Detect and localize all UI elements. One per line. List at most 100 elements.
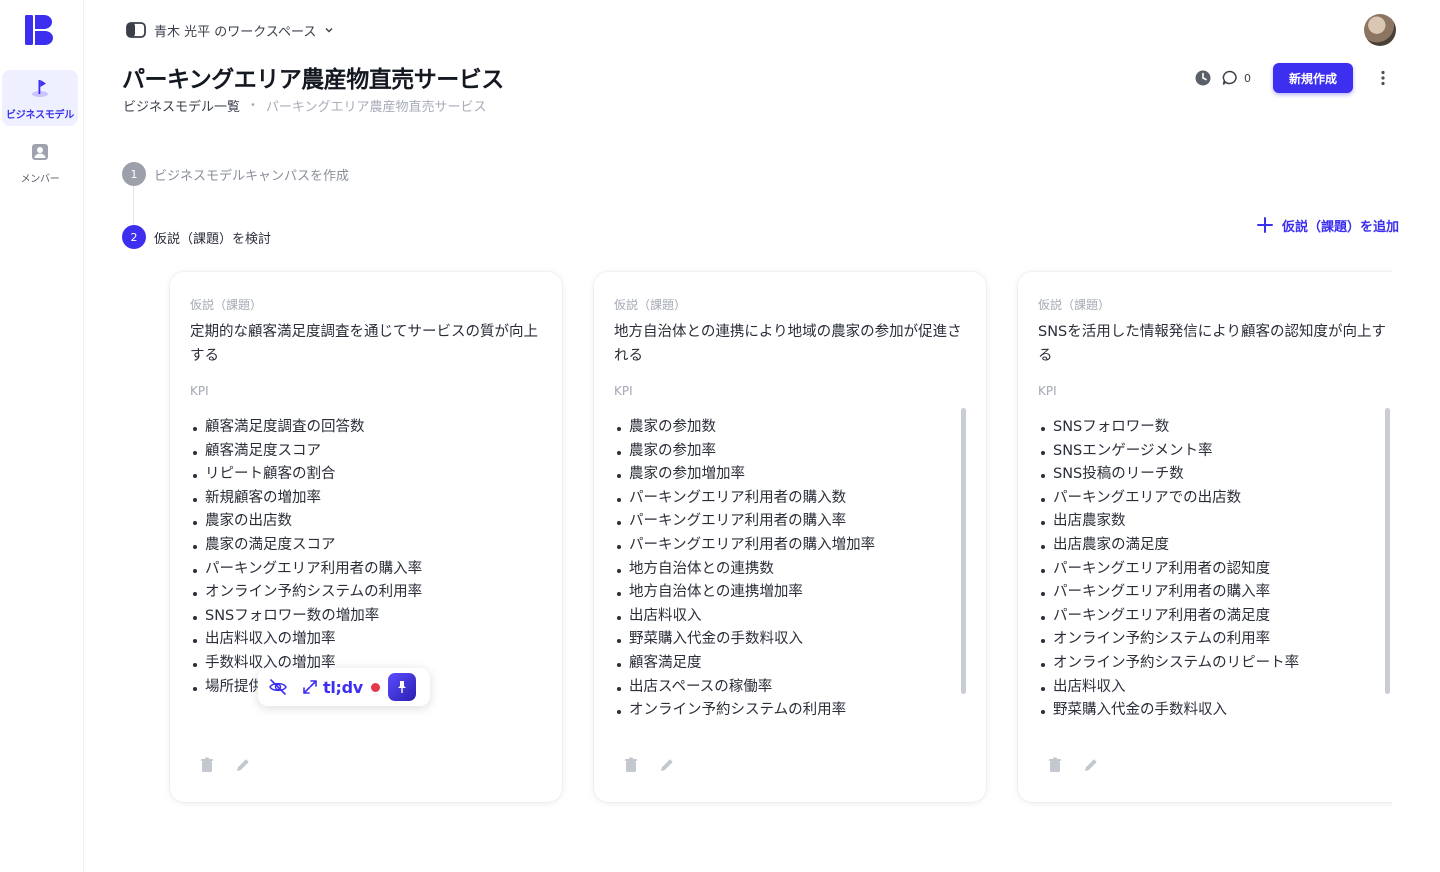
- kpi-item: パーキングエリア利用者の満足度: [1038, 605, 1390, 629]
- kpi-scroll-area[interactable]: SNSフォロワー数 SNSエンゲージメント率 SNS投稿のリーチ数 パーキングエ…: [1038, 416, 1390, 728]
- kpi-item: 出店農家数: [1038, 510, 1390, 534]
- record-indicator: [370, 682, 380, 692]
- sidebar: ビジネスモデル メンバー: [0, 0, 84, 872]
- sidebar-item-business-model[interactable]: ビジネスモデル: [2, 70, 78, 126]
- workspace-switcher[interactable]: 青木 光平 のワークスペース: [126, 20, 334, 40]
- add-hypothesis-button[interactable]: 仮説（課題）を追加: [1256, 214, 1399, 236]
- kpi-item: 出店農家の満足度: [1038, 534, 1390, 558]
- kpi-item: パーキングエリア利用者の購入率: [614, 510, 966, 534]
- hypothesis-card: 仮説（課題） 地方自治体との連携により地域の農家の参加が促進される KPI 農家…: [594, 272, 986, 802]
- kpi-item: オンライン予約システムの利用率: [190, 581, 542, 605]
- sidebar-item-label: ビジネスモデル: [6, 110, 74, 121]
- breadcrumb-separator: •: [250, 100, 256, 111]
- comment-icon[interactable]: [1221, 69, 1239, 87]
- sidebar-item-members[interactable]: メンバー: [2, 134, 78, 190]
- kpi-list: 顧客満足度調査の回答数 顧客満足度スコア リピート顧客の割合 新規顧客の増加率 …: [190, 416, 542, 699]
- kpi-item: 顧客満足度調査の回答数: [190, 416, 542, 440]
- kpi-scroll-area[interactable]: 農家の参加数 農家の参加率 農家の参加増加率 パーキングエリア利用者の購入数 パ…: [614, 416, 966, 728]
- tldv-brand[interactable]: tl;dv: [323, 678, 363, 697]
- trash-icon[interactable]: [1046, 756, 1064, 774]
- kpi-item: 農家の満足度スコア: [190, 534, 542, 558]
- kpi-item: 野菜購入代金の手数料収入: [614, 628, 966, 652]
- card-title: 地方自治体との連携により地域の農家の参加が促進される: [614, 324, 962, 364]
- clock-icon[interactable]: [1194, 69, 1212, 87]
- kpi-item: 農家の参加数: [614, 416, 966, 440]
- page-title: パーキングエリア農産物直売サービス: [122, 67, 504, 93]
- person-icon: [32, 144, 48, 160]
- kpi-item: 地方自治体との連携増加率: [614, 581, 966, 605]
- kpi-item: 農家の参加増加率: [614, 463, 966, 487]
- kpi-item: 農家の参加率: [614, 440, 966, 464]
- kpi-item: 出店料収入: [614, 605, 966, 629]
- step-create-canvas[interactable]: 1 ビジネスモデルキャンパスを作成: [122, 162, 349, 186]
- pencil-icon[interactable]: [1082, 756, 1100, 774]
- kpi-item: SNSフォロワー数の増加率: [190, 605, 542, 629]
- kpi-item: オンライン予約システムのリピート率: [1038, 652, 1390, 676]
- card-title: SNSを活用した情報発信により顧客の認知度が向上する: [1038, 324, 1386, 364]
- card-actions: [1046, 756, 1100, 774]
- step-connector: [133, 186, 134, 226]
- breadcrumb: ビジネスモデル一覧 • パーキングエリア農産物直売サービス: [123, 96, 487, 115]
- new-create-button[interactable]: 新規作成: [1273, 63, 1353, 93]
- workspace-icon: [126, 22, 146, 38]
- kpi-item: 農家の出店数: [190, 510, 542, 534]
- kpi-item: 出店料収入の増加率: [190, 628, 542, 652]
- kpi-item: 野菜購入代金の手数料収入: [1038, 699, 1390, 723]
- add-hypothesis-label: 仮説（課題）を追加: [1282, 219, 1400, 235]
- step-number: 1: [122, 162, 146, 186]
- kpi-scrollbar[interactable]: [961, 408, 966, 694]
- step-label: 仮説（課題）を検討: [154, 231, 272, 247]
- kpi-label: KPI: [614, 384, 633, 398]
- kpi-item: オンライン予約システムの利用率: [614, 699, 966, 723]
- kpi-item: パーキングエリア利用者の購入率: [1038, 581, 1390, 605]
- kpi-item: パーキングエリア利用者の購入数: [614, 487, 966, 511]
- brand-logo-icon[interactable]: [24, 14, 56, 46]
- avatar[interactable]: [1364, 14, 1396, 46]
- step-number: 2: [122, 225, 146, 249]
- workspace-name: 青木 光平 のワークスペース: [154, 24, 317, 40]
- eye-off-icon[interactable]: [268, 677, 288, 697]
- kpi-item: オンライン予約システムの利用率: [1038, 628, 1390, 652]
- kpi-label: KPI: [190, 384, 209, 398]
- pencil-icon[interactable]: [234, 756, 252, 774]
- kpi-item: SNSフォロワー数: [1038, 416, 1390, 440]
- card-actions: [198, 756, 252, 774]
- pin-icon: [397, 681, 406, 693]
- kpi-item: 出店スペースの稼働率: [614, 676, 966, 700]
- hypothesis-card: 仮説（課題） 定期的な顧客満足度調査を通じてサービスの質が向上する KPI 顧客…: [170, 272, 562, 802]
- kpi-item: SNS投稿のリーチ数: [1038, 463, 1390, 487]
- breadcrumb-current: パーキングエリア農産物直売サービス: [265, 100, 487, 115]
- more-options-icon[interactable]: [1375, 69, 1391, 87]
- kpi-item: 地方自治体との連携数: [614, 558, 966, 582]
- tldv-widget: tl;dv: [258, 668, 430, 706]
- tldv-app-button[interactable]: [387, 673, 416, 701]
- kpi-scrollbar[interactable]: [1385, 408, 1390, 694]
- card-actions: [622, 756, 676, 774]
- hypothesis-card: 仮説（課題） SNSを活用した情報発信により顧客の認知度が向上する KPI SN…: [1018, 272, 1392, 802]
- kpi-item: 新規顧客の増加率: [190, 487, 542, 511]
- kpi-label: KPI: [1038, 384, 1057, 398]
- kpi-item: パーキングエリア利用者の認知度: [1038, 558, 1390, 582]
- step-review-hypotheses[interactable]: 2 仮説（課題）を検討: [122, 225, 271, 249]
- breadcrumb-root-link[interactable]: ビジネスモデル一覧: [123, 96, 240, 115]
- card-label: 仮説（課題）: [614, 298, 687, 312]
- kpi-item: リピート顧客の割合: [190, 463, 542, 487]
- kpi-item: 出店料収入: [1038, 676, 1390, 700]
- kpi-list: 農家の参加数 農家の参加率 農家の参加増加率 パーキングエリア利用者の購入数 パ…: [614, 416, 966, 723]
- chevron-down-icon: [325, 28, 333, 33]
- trash-icon[interactable]: [622, 756, 640, 774]
- sidebar-item-label: メンバー: [20, 174, 60, 185]
- flag-icon: [32, 80, 48, 97]
- card-label: 仮説（課題）: [190, 298, 263, 312]
- kpi-list: SNSフォロワー数 SNSエンゲージメント率 SNS投稿のリーチ数 パーキングエ…: [1038, 416, 1390, 723]
- trash-icon[interactable]: [198, 756, 216, 774]
- card-label: 仮説（課題）: [1038, 298, 1111, 312]
- kpi-item: パーキングエリア利用者の購入率: [190, 558, 542, 582]
- expand-icon[interactable]: [302, 679, 318, 695]
- card-title: 定期的な顧客満足度調査を通じてサービスの質が向上する: [190, 324, 538, 364]
- step-label: ビジネスモデルキャンパスを作成: [154, 168, 350, 184]
- comment-count: 0: [1244, 71, 1251, 85]
- hypothesis-cards: 仮説（課題） 定期的な顧客満足度調査を通じてサービスの質が向上する KPI 顧客…: [160, 262, 1392, 822]
- pencil-icon[interactable]: [658, 756, 676, 774]
- kpi-item: 顧客満足度: [614, 652, 966, 676]
